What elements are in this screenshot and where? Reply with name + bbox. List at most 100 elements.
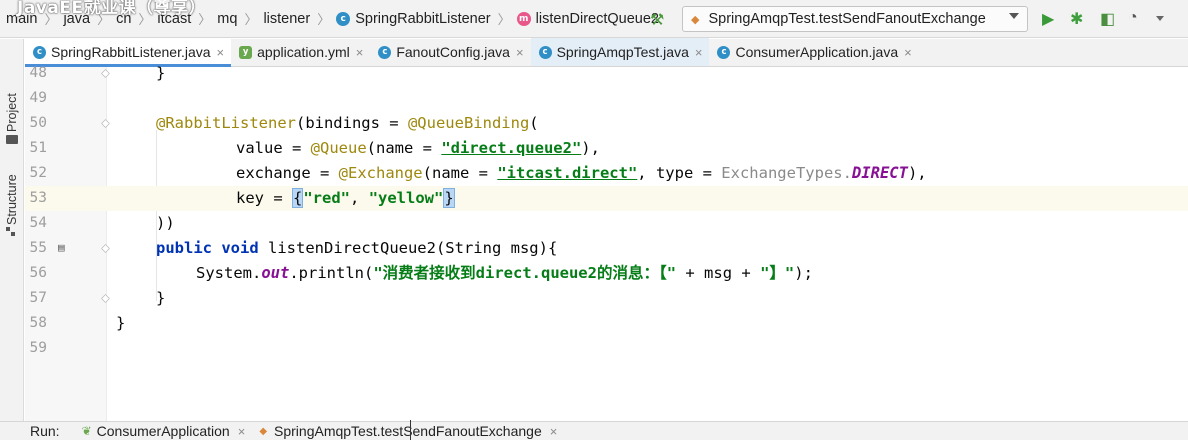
code-line-53: 53 key = {"red", "yellow"} bbox=[25, 186, 1188, 211]
code-line-57: 57 } bbox=[25, 286, 1188, 311]
code-text: key = {"red", "yellow"} bbox=[236, 186, 455, 211]
code-token: .println( bbox=[289, 264, 374, 282]
tab-label: ConsumerApplication.java bbox=[735, 44, 899, 60]
code-text: public void listenDirectQueue2(String ms… bbox=[156, 236, 557, 261]
structure-tool-tab[interactable]: Structure bbox=[5, 174, 19, 225]
code-line-56: 56 System.out.println("消费者接收到direct.queu… bbox=[25, 261, 1188, 286]
run-configuration-label: SpringAmqpTest.testSendFanoutExchange bbox=[708, 11, 986, 27]
line-number: 49 bbox=[29, 90, 47, 106]
spring-boot-icon: ❦ bbox=[81, 424, 92, 438]
code-token: ( bbox=[529, 114, 539, 132]
code-line-58: 58 } bbox=[25, 311, 1188, 336]
code-line-51: 51 value = @Queue(name = "direct.queue2"… bbox=[25, 136, 1188, 161]
breadcrumb-label: mq bbox=[217, 10, 238, 27]
structure-icon[interactable] bbox=[6, 227, 16, 237]
tab-label: SpringAmqpTest.java bbox=[556, 44, 689, 60]
close-icon[interactable]: × bbox=[238, 424, 246, 439]
static-field-token: out bbox=[261, 264, 290, 282]
annotation-token: @QueueBinding bbox=[407, 114, 530, 132]
code-text: System.out.println("消费者接收到direct.queue2的… bbox=[196, 261, 813, 286]
class-icon: c bbox=[33, 45, 46, 59]
code-editor[interactable]: 48 } 49 50 @RabbitListener(bindings = @Q… bbox=[25, 64, 1188, 421]
fold-marker-icon[interactable] bbox=[101, 244, 110, 253]
class-icon: c bbox=[378, 45, 392, 59]
close-icon[interactable]: × bbox=[356, 45, 364, 60]
run-tab-spring-amqp-test[interactable]: ◆ SpringAmqpTest.testSendFanoutExchange … bbox=[259, 423, 557, 439]
breadcrumb-listener[interactable]: listener 〉 bbox=[263, 9, 336, 28]
string-token: "red" bbox=[303, 189, 351, 207]
line-number: 48 bbox=[29, 65, 47, 81]
folder-icon[interactable] bbox=[6, 135, 18, 144]
line-number: 59 bbox=[29, 340, 47, 356]
line-number: 58 bbox=[29, 315, 47, 331]
line-number: 53 bbox=[29, 190, 47, 206]
code-line-52: 52 exchange = @Exchange(name = "itcast.d… bbox=[25, 161, 1188, 186]
code-line-55: 55 ▤ public void listenDirectQueue2(Stri… bbox=[25, 236, 1188, 261]
brace-match-highlight: } bbox=[443, 188, 455, 208]
code-text: exchange = @Exchange(name = "itcast.dire… bbox=[236, 161, 927, 186]
fold-marker-icon[interactable] bbox=[101, 69, 110, 78]
code-text: )) bbox=[156, 214, 175, 232]
close-icon[interactable]: × bbox=[550, 424, 558, 439]
test-config-icon: ◆ bbox=[691, 13, 700, 26]
code-token: exchange = bbox=[236, 164, 339, 182]
code-line-49: 49 bbox=[25, 86, 1188, 111]
code-token: , type = bbox=[637, 164, 722, 182]
run-configuration-select[interactable]: ◆ SpringAmqpTest.testSendFanoutExchange bbox=[682, 6, 1028, 32]
brace-match-highlight: { bbox=[292, 188, 304, 208]
code-token: ), bbox=[581, 139, 600, 157]
line-number: 50 bbox=[29, 115, 47, 131]
more-actions-chevron-icon[interactable] bbox=[1156, 16, 1164, 21]
breadcrumb-method[interactable]: m listenDirectQueue2 bbox=[516, 11, 659, 27]
enum-value-token: DIRECT bbox=[851, 164, 908, 182]
listener-gutter-icon[interactable]: ▤ bbox=[58, 242, 70, 254]
close-icon[interactable]: × bbox=[695, 45, 703, 60]
code-text: } bbox=[156, 64, 166, 82]
fold-marker-icon[interactable] bbox=[101, 119, 110, 128]
breadcrumb-label: SpringRabbitListener bbox=[355, 10, 491, 27]
keyword-token: void bbox=[221, 239, 259, 257]
navigation-bar: main 〉 java 〉 cn 〉 itcast 〉 mq 〉 listener 〉 cS… bbox=[0, 0, 1188, 38]
code-token: listenDirectQueue2(String msg){ bbox=[258, 239, 558, 257]
close-icon[interactable]: × bbox=[217, 45, 225, 60]
breadcrumb-label: listener bbox=[263, 10, 311, 27]
string-token: "direct.queue2" bbox=[441, 139, 582, 157]
code-text: value = @Queue(name = "direct.queue2"), bbox=[236, 136, 600, 161]
run-tab-consumer-application[interactable]: ❦ ConsumerApplication × bbox=[82, 423, 246, 439]
project-tool-tab[interactable]: Project bbox=[5, 93, 19, 132]
build-hammer-icon[interactable]: ⚒ bbox=[650, 10, 664, 30]
run-icon[interactable]: ▶ bbox=[1042, 9, 1054, 29]
breadcrumb-mq[interactable]: mq 〉 bbox=[217, 9, 263, 28]
code-token: (name = bbox=[366, 139, 442, 157]
tab-label: FanoutConfig.java bbox=[396, 44, 510, 60]
code-line-50: 50 @RabbitListener(bindings = @QueueBind… bbox=[25, 111, 1188, 136]
enum-class-token: ExchangeTypes. bbox=[721, 164, 852, 182]
run-tab-label: SpringAmqpTest.testSendFanoutExchange bbox=[274, 423, 542, 439]
string-token: "】" bbox=[760, 264, 795, 282]
method-icon: m bbox=[516, 11, 531, 26]
line-number: 54 bbox=[29, 215, 47, 231]
close-icon[interactable]: × bbox=[516, 45, 524, 60]
close-icon[interactable]: × bbox=[904, 45, 912, 60]
code-token: System. bbox=[196, 264, 262, 282]
class-icon: c bbox=[717, 45, 731, 59]
line-number: 52 bbox=[29, 165, 47, 181]
annotation-token: @Queue bbox=[310, 139, 367, 157]
coverage-icon[interactable]: ◧ bbox=[1100, 9, 1115, 29]
class-icon: c bbox=[538, 45, 552, 59]
fold-marker-icon[interactable] bbox=[101, 294, 110, 303]
code-line-48: 48 } bbox=[25, 61, 1188, 86]
profiler-icon[interactable]: ◔ bbox=[1128, 9, 1138, 27]
chevron-right-icon: 〉 bbox=[317, 12, 331, 27]
line-number: 51 bbox=[29, 140, 47, 156]
code-token: ); bbox=[794, 264, 813, 282]
run-label: Run: bbox=[30, 423, 60, 439]
chevron-down-icon bbox=[1009, 13, 1019, 19]
breadcrumb-class[interactable]: c SpringRabbitListener 〉 bbox=[336, 9, 516, 28]
test-config-icon: ◆ bbox=[259, 425, 268, 437]
tool-window-strip: Project Structure bbox=[0, 39, 24, 421]
run-tool-window-bar: Run: ❦ ConsumerApplication × ◆ SpringAmq… bbox=[0, 421, 1188, 440]
chevron-right-icon: 〉 bbox=[244, 12, 258, 27]
line-number: 55 bbox=[29, 240, 47, 256]
debug-bug-icon[interactable]: ✱ bbox=[1070, 9, 1083, 29]
